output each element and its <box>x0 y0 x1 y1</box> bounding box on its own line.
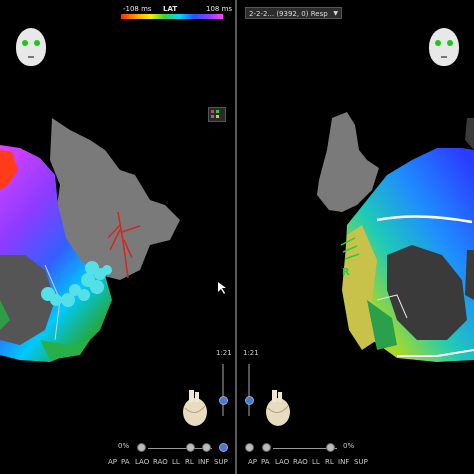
chevron-down-icon: ▼ <box>333 10 338 17</box>
orientation-head-icon[interactable] <box>16 28 46 66</box>
opacity-slider-start[interactable] <box>137 443 146 452</box>
view-button-rl[interactable]: RL <box>325 458 334 466</box>
right-eye-icon <box>447 40 453 46</box>
catheter-label: R <box>342 267 350 278</box>
view-reset-button[interactable] <box>219 443 228 452</box>
left-3d-view[interactable]: -108 ms LAT 108 ms 1:21 0% AP PA LAO RAO… <box>0 0 235 474</box>
opacity-slider-handle[interactable] <box>326 443 335 452</box>
transparency-toggle-button[interactable] <box>202 443 211 452</box>
map-toolbar-icon[interactable] <box>208 107 226 122</box>
view-button-pa[interactable]: PA <box>261 458 270 466</box>
view-button-ap[interactable]: AP <box>248 458 257 466</box>
view-button-lao[interactable]: LAO <box>135 458 149 466</box>
view-button-inf[interactable]: INF <box>198 458 209 466</box>
view-button-sup[interactable]: SUP <box>354 458 368 466</box>
transparency-toggle-button[interactable] <box>245 443 254 452</box>
opacity-label: 0% <box>118 442 130 450</box>
view-button-ap[interactable]: AP <box>108 458 117 466</box>
opacity-slider-start[interactable] <box>262 443 271 452</box>
heart-orientation-icon[interactable] <box>180 388 210 428</box>
zoom-slider[interactable] <box>248 364 250 416</box>
mouth-icon <box>441 56 447 58</box>
map-select-dropdown[interactable]: 2-2-2... (9392, 0) Resp ▼ <box>245 7 342 19</box>
lat-color-scale <box>121 14 223 19</box>
view-button-pa[interactable]: PA <box>121 458 130 466</box>
mouth-icon <box>28 56 34 58</box>
mouse-cursor <box>218 282 226 294</box>
view-button-rl[interactable]: RL <box>185 458 194 466</box>
heart-orientation-icon[interactable] <box>263 388 293 428</box>
right-3d-view[interactable]: 2-2-2... (9392, 0) Resp ▼ R 1:21 0% AP P… <box>237 0 474 474</box>
zoom-slider-handle[interactable] <box>245 396 254 405</box>
zoom-slider[interactable] <box>222 364 224 416</box>
view-button-lao[interactable]: LAO <box>275 458 289 466</box>
zoom-slider-handle[interactable] <box>219 396 228 405</box>
opacity-slider-handle[interactable] <box>186 443 195 452</box>
view-button-sup[interactable]: SUP <box>214 458 228 466</box>
lat-title: LAT <box>163 5 178 13</box>
view-button-ll[interactable]: LL <box>312 458 320 466</box>
opacity-label: 0% <box>343 442 355 450</box>
view-button-rao[interactable]: RAO <box>153 458 168 466</box>
map-select-value: 2-2-2... (9392, 0) Resp <box>249 10 328 18</box>
view-button-ll[interactable]: LL <box>172 458 180 466</box>
view-button-rao[interactable]: RAO <box>293 458 308 466</box>
left-eye-icon <box>22 40 28 46</box>
right-eye-icon <box>34 40 40 46</box>
zoom-label: 1:21 <box>216 349 232 357</box>
lat-min-label: -108 ms <box>123 5 152 13</box>
zoom-label: 1:21 <box>243 349 259 357</box>
left-eye-icon <box>435 40 441 46</box>
view-button-inf[interactable]: INF <box>338 458 349 466</box>
orientation-head-icon[interactable] <box>429 28 459 66</box>
lat-max-label: 108 ms <box>206 5 233 13</box>
